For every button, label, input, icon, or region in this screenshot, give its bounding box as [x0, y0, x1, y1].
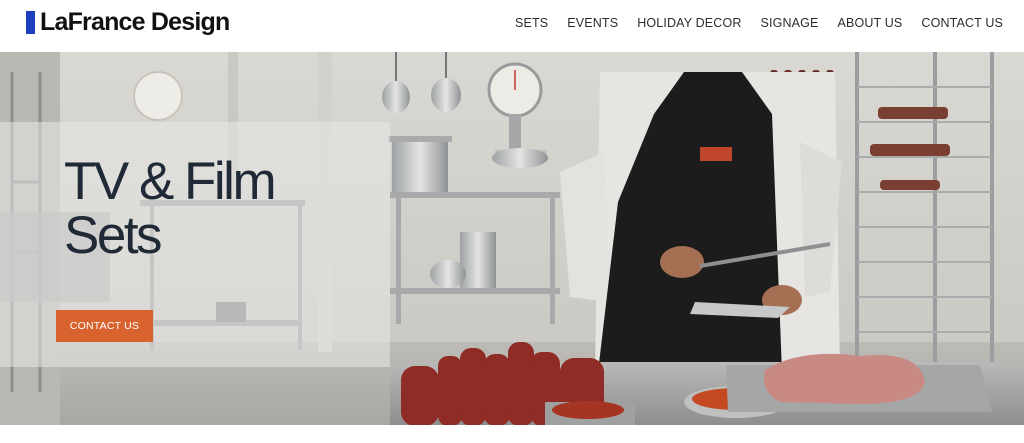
page-bottom-strip [0, 425, 1024, 443]
main-nav: SETS EVENTS HOLIDAY DECOR SIGNAGE ABOUT … [496, 15, 1003, 31]
hero-contact-button[interactable]: CONTACT US [56, 310, 153, 342]
hero-title-line1: TV & Film [64, 152, 277, 211]
hero-section: TV & Film Sets CONTACT US [0, 52, 1024, 425]
nav-about-us[interactable]: ABOUT US [838, 15, 903, 31]
hero-title: TV & Film Sets [64, 155, 364, 263]
nav-events[interactable]: EVENTS [567, 15, 618, 31]
logo-mark-icon [26, 10, 35, 34]
nav-holiday-decor[interactable]: HOLIDAY DECOR [637, 15, 741, 31]
brand-name: LaFrance Design [40, 7, 230, 36]
logo[interactable]: LaFrance Design [26, 7, 230, 37]
nav-signage[interactable]: SIGNAGE [761, 15, 819, 31]
nav-sets[interactable]: SETS [515, 15, 548, 31]
site-header: LaFrance Design SETS EVENTS HOLIDAY DECO… [0, 0, 1024, 52]
hero-title-line2: Sets [64, 206, 163, 265]
nav-contact-us[interactable]: CONTACT US [921, 15, 1003, 31]
